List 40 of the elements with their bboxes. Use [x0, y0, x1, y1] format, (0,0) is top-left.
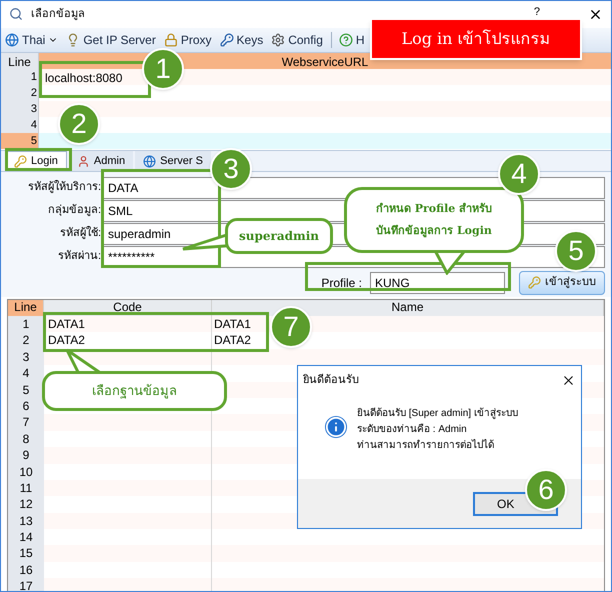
table-cell: DATA2 — [48, 333, 85, 348]
row-number: 17 — [8, 578, 44, 591]
field-label: รหัสผู้ใช้: — [58, 225, 102, 242]
row-number: 1 — [8, 316, 44, 332]
column-header: Name — [212, 300, 604, 316]
row-number: 15 — [8, 545, 44, 562]
row-number: 5 — [30, 134, 37, 149]
window-title: เลือกข้อมูล — [31, 7, 85, 21]
row-number: 3 — [8, 348, 44, 366]
row-number: 2 — [8, 332, 44, 349]
title-banner: Log in เข้าโปรแกรม — [370, 18, 582, 60]
row-number: 6 — [8, 398, 44, 414]
dialog-message: ยินดีต้อนรับ [Super admin] เข้าสู่ระบบ — [357, 406, 518, 421]
row-number: 16 — [8, 562, 44, 578]
row-number: 13 — [8, 512, 44, 530]
row-number: 1 — [30, 70, 37, 85]
table-cell: DATA2 — [214, 333, 251, 348]
field-label: รหัสผู้ให้บริการ: — [26, 179, 102, 196]
field-label: Profile : — [321, 274, 362, 292]
row-number: 4 — [8, 365, 44, 382]
row-number: 3 — [30, 102, 37, 117]
row-number: 7 — [8, 414, 44, 431]
row-number: 9 — [8, 447, 44, 464]
table-cell: DATA1 — [48, 317, 85, 331]
field-label: กลุ่มข้อมูล: — [46, 203, 102, 218]
dialog-title: ยินดีต้อนรับ — [303, 372, 359, 388]
column-header: Line — [8, 300, 44, 316]
row-number: 11 — [8, 480, 44, 496]
table-cell-text: localhost:8080 — [44, 70, 122, 85]
row-number: 12 — [8, 496, 44, 513]
table-cell: DATA1 — [214, 317, 251, 331]
row-number: 10 — [8, 464, 44, 480]
row-number: 2 — [30, 86, 37, 101]
field-label: รหัสผ่าน: — [56, 249, 102, 264]
row-number: 4 — [30, 118, 37, 133]
row-number: 14 — [8, 529, 44, 546]
dialog-message: ระดับของท่านคือ : Admin — [357, 422, 468, 437]
column-header: Line — [1, 53, 39, 69]
row-number: 8 — [8, 430, 44, 448]
dialog-message: ท่านสามารถทำรายการต่อไปได้ — [357, 438, 495, 453]
